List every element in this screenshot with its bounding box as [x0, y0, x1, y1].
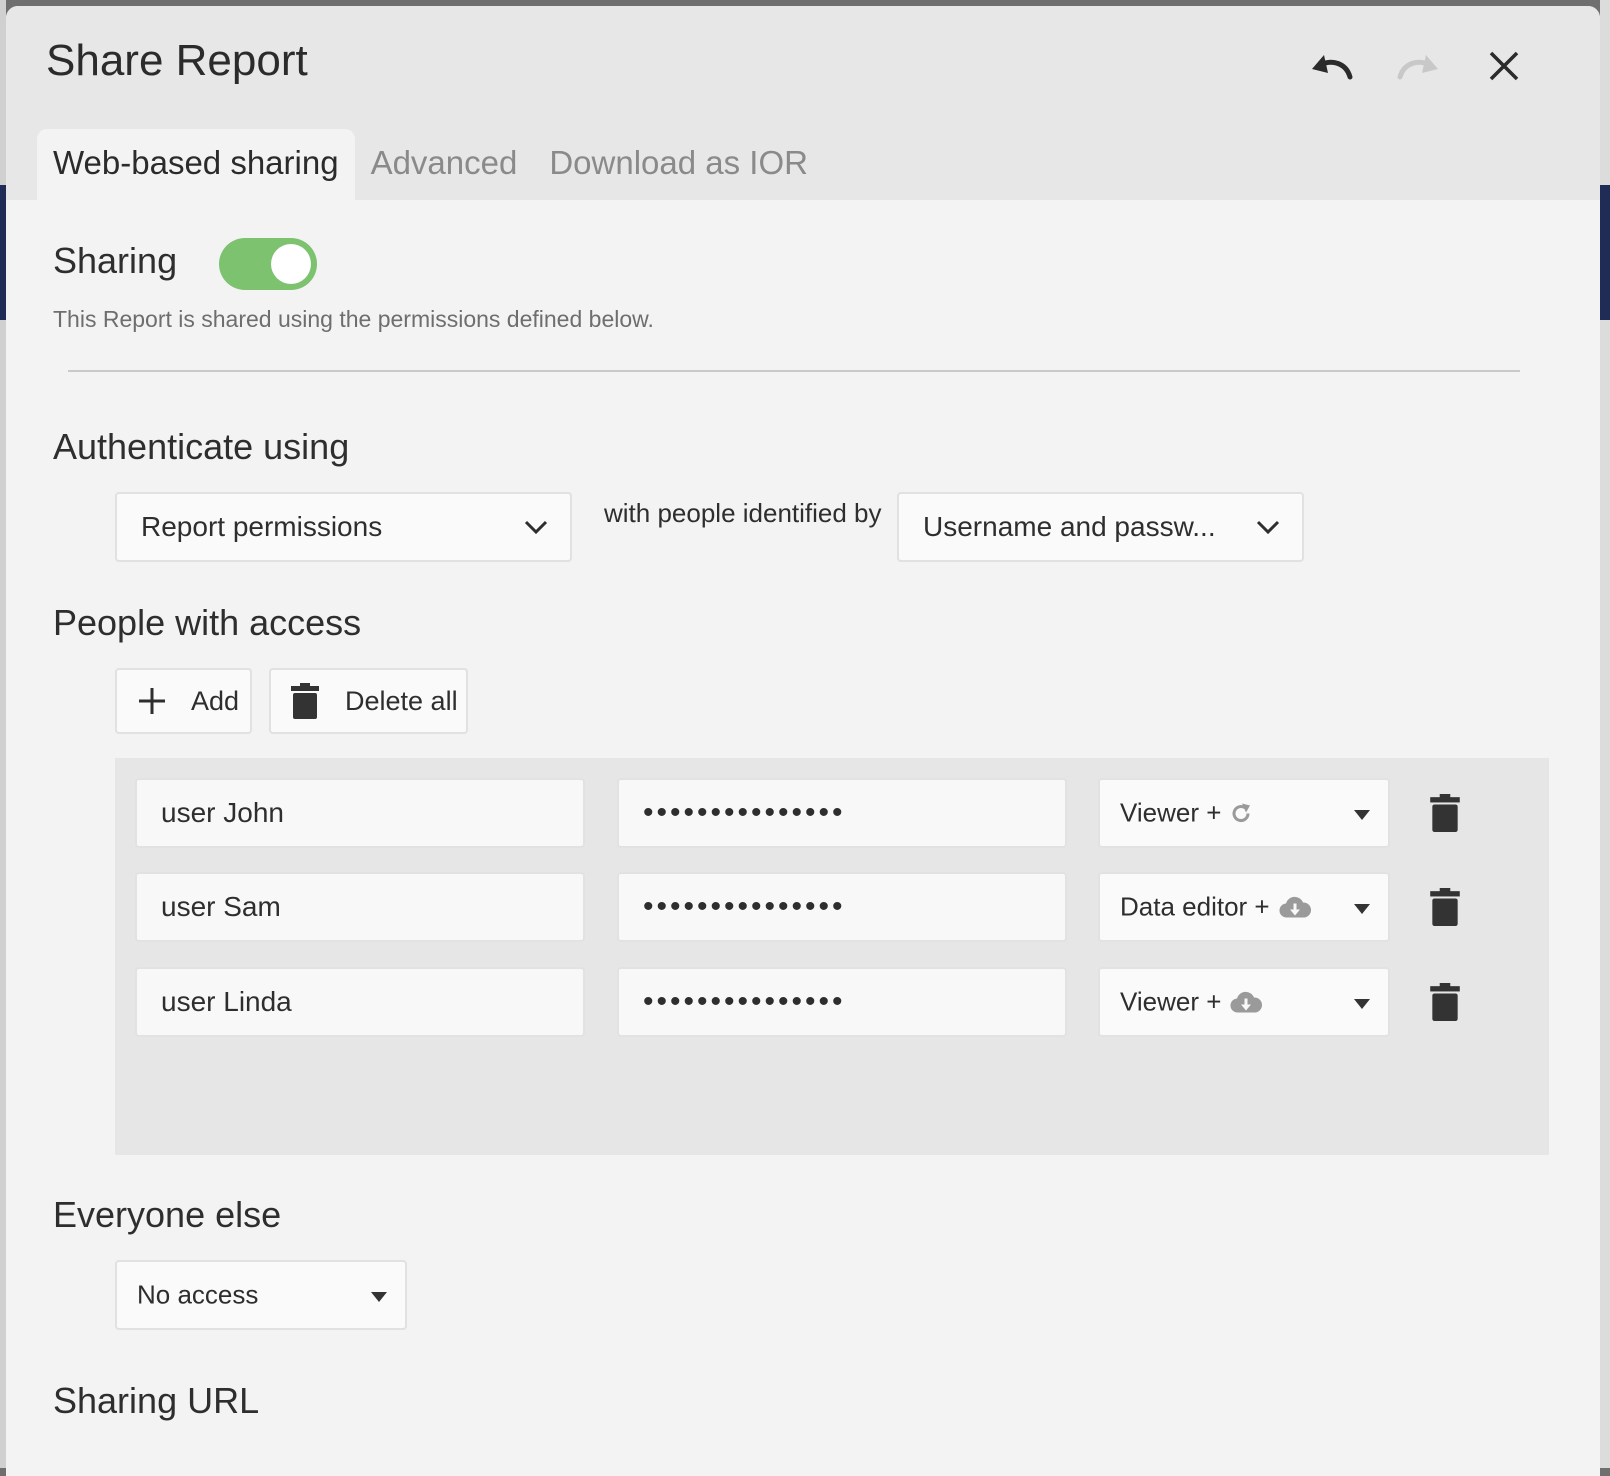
delete-all-button[interactable]: Delete all: [269, 668, 468, 734]
everyone-else-label: Everyone else: [53, 1194, 282, 1235]
identity-select[interactable]: Username and passw...: [897, 492, 1304, 562]
role-value: Data editor +: [1120, 891, 1270, 922]
tab-bar: Web-based sharing Advanced Download as I…: [37, 129, 824, 200]
auth-method-select[interactable]: Report permissions: [115, 492, 572, 562]
chevron-down-icon: [1256, 520, 1280, 535]
identified-by-text: with people identified by: [604, 498, 882, 528]
people-list: user John ••••••••••••••• Viewer + user …: [115, 758, 1549, 1155]
identity-value: Username and passw...: [923, 511, 1216, 542]
role-content: Viewer +: [1120, 987, 1263, 1018]
toggle-knob: [271, 244, 311, 284]
everyone-else-value: No access: [137, 1279, 259, 1310]
password-value: •••••••••••••••: [643, 890, 846, 923]
everyone-else-select[interactable]: No access: [115, 1260, 407, 1330]
tab-download-as-ior[interactable]: Download as IOR: [533, 129, 824, 200]
redo-button[interactable]: [1394, 42, 1442, 90]
username-value: user John: [161, 797, 284, 828]
role-content: Viewer +: [1120, 798, 1253, 829]
close-icon: [1489, 51, 1519, 81]
dialog-title: Share Report: [46, 36, 308, 85]
username-value: user Linda: [161, 986, 292, 1017]
username-field[interactable]: user John: [135, 778, 585, 848]
role-select[interactable]: Data editor +: [1098, 872, 1390, 942]
close-button[interactable]: [1480, 42, 1528, 90]
cloud-download-icon: [1230, 991, 1263, 1013]
trash-icon: [1430, 794, 1460, 832]
dropdown-caret-icon: [1354, 999, 1370, 1009]
sharing-toggle[interactable]: [219, 238, 317, 290]
delete-row-button[interactable]: [1425, 791, 1465, 835]
username-field[interactable]: user Linda: [135, 967, 585, 1037]
redo-icon: [1397, 55, 1438, 80]
role-content: Data editor +: [1120, 892, 1312, 923]
dropdown-caret-icon: [1354, 904, 1370, 914]
refresh-icon: [1232, 803, 1251, 822]
undo-button[interactable]: [1308, 42, 1356, 90]
people-label: People with access: [53, 602, 362, 643]
dialog-header: Share Report Web-based sharing Advanced …: [6, 6, 1600, 200]
cloud-download-icon: [1279, 896, 1311, 918]
dropdown-caret-icon: [1354, 810, 1370, 820]
delete-row-button[interactable]: [1425, 885, 1465, 929]
role-select[interactable]: Viewer +: [1098, 778, 1390, 848]
delete-all-button-label: Delete all: [345, 685, 458, 716]
plus-icon: [139, 688, 165, 714]
username-value: user Sam: [161, 891, 281, 922]
authenticate-label: Authenticate using: [53, 426, 350, 467]
password-field[interactable]: •••••••••••••••: [617, 778, 1067, 848]
sharing-description: This Report is shared using the permissi…: [53, 306, 654, 332]
add-button-label: Add: [191, 685, 240, 716]
password-value: •••••••••••••••: [643, 985, 846, 1018]
trash-icon: [1430, 888, 1460, 926]
dropdown-caret-icon: [371, 1292, 387, 1302]
delete-row-button[interactable]: [1425, 980, 1465, 1024]
tab-advanced[interactable]: Advanced: [355, 129, 534, 200]
share-report-dialog: Share Report Web-based sharing Advanced …: [6, 6, 1600, 1476]
role-select[interactable]: Viewer +: [1098, 967, 1390, 1037]
password-field[interactable]: •••••••••••••••: [617, 967, 1067, 1037]
role-value: Viewer +: [1120, 797, 1222, 828]
background-app-strip: [1600, 185, 1610, 320]
username-field[interactable]: user Sam: [135, 872, 585, 942]
trash-icon: [1430, 983, 1460, 1021]
sharing-url-label: Sharing URL: [53, 1380, 260, 1421]
sharing-label: Sharing: [53, 240, 178, 281]
undo-icon: [1312, 55, 1353, 80]
auth-method-value: Report permissions: [141, 511, 383, 542]
tab-web-based-sharing[interactable]: Web-based sharing: [37, 129, 355, 200]
role-value: Viewer +: [1120, 986, 1222, 1017]
trash-icon: [291, 683, 319, 719]
password-value: •••••••••••••••: [643, 796, 846, 829]
section-divider: [68, 370, 1520, 372]
chevron-down-icon: [524, 520, 548, 535]
add-button[interactable]: Add: [115, 668, 252, 734]
password-field[interactable]: •••••••••••••••: [617, 872, 1067, 942]
